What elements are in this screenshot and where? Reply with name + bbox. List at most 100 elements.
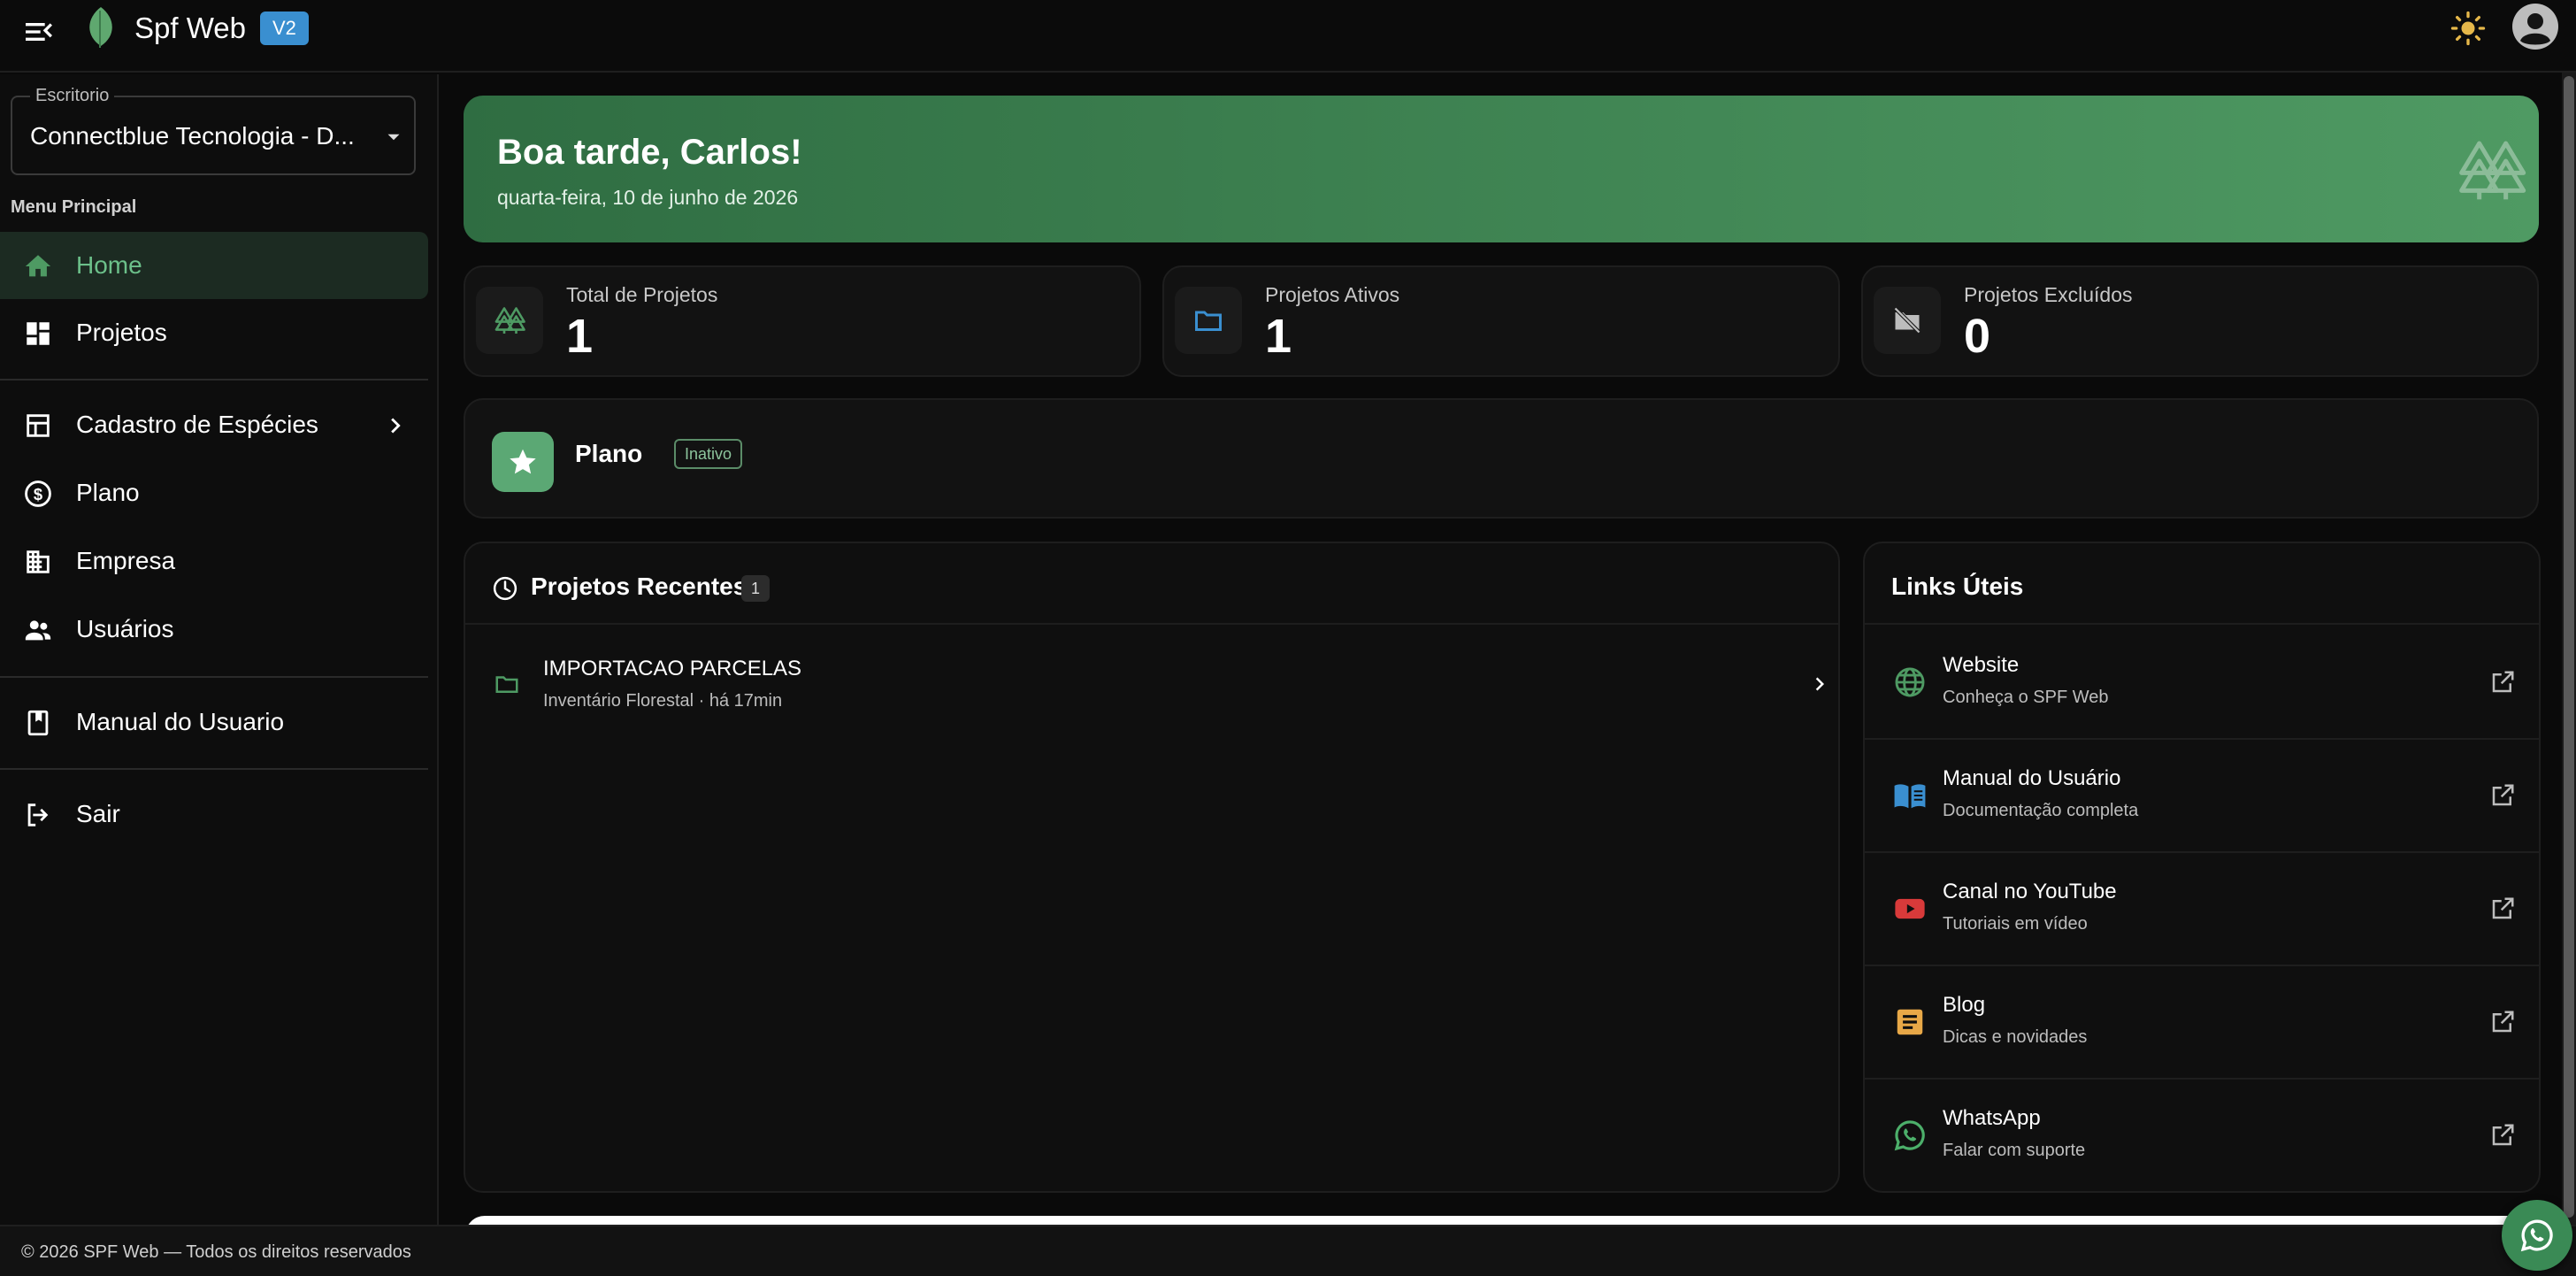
stat-value: 1 bbox=[566, 310, 594, 363]
building-icon bbox=[27, 550, 50, 573]
whatsapp-fab-button[interactable] bbox=[2502, 1200, 2572, 1271]
stat-label: Projetos Excluídos bbox=[1964, 283, 2133, 306]
plan-card[interactable]: Plano Inativo bbox=[464, 398, 2539, 519]
stat-card-excluidos: Projetos Excluídos 0 bbox=[1861, 265, 2539, 377]
folder-icon bbox=[495, 676, 518, 693]
sidebar-divider bbox=[0, 768, 428, 770]
users-icon bbox=[25, 620, 51, 641]
link-title: WhatsApp bbox=[1943, 1106, 2041, 1130]
main-content: Boa tarde, Carlos! quarta-feira, 10 de j… bbox=[441, 74, 2576, 1242]
office-select[interactable]: Escritorio Connectblue Tecnologia - D... bbox=[11, 85, 416, 175]
sidebar-item-label: Cadastro de Espécies bbox=[76, 411, 318, 438]
greeting-date: quarta-feira, 10 de junho de 2026 bbox=[497, 186, 799, 209]
sidebar-item-empresa[interactable]: Empresa bbox=[0, 527, 428, 595]
book-open-icon bbox=[1894, 784, 1926, 809]
link-subtitle: Documentação completa bbox=[1943, 801, 2139, 820]
link-whatsapp[interactable]: WhatsApp Falar com suporte bbox=[1865, 1080, 2539, 1191]
whatsapp-icon bbox=[1894, 1120, 1925, 1151]
sidebar-item-manual[interactable]: Manual do Usuario bbox=[0, 688, 428, 756]
link-website[interactable]: Website Conheça o SPF Web bbox=[1865, 626, 2539, 740]
useful-links-panel: Links Úteis Website Conheça o SPF Web Ma… bbox=[1863, 542, 2541, 1193]
svg-text:$: $ bbox=[34, 485, 42, 503]
trees-icon bbox=[2459, 141, 2526, 200]
external-link-icon bbox=[2492, 784, 2514, 806]
menu-toggle-icon[interactable] bbox=[21, 14, 57, 50]
external-link-icon bbox=[2492, 671, 2514, 693]
external-link-icon bbox=[2492, 897, 2514, 919]
leaf-logo-icon bbox=[83, 5, 119, 50]
external-link-icon bbox=[2492, 1011, 2514, 1033]
panel-title: Links Úteis bbox=[1891, 573, 2024, 600]
stat-label: Total de Projetos bbox=[566, 283, 718, 306]
youtube-icon bbox=[1895, 898, 1925, 919]
plan-title: Plano bbox=[575, 440, 643, 467]
top-bar: Spf Web V2 bbox=[0, 0, 2576, 73]
star-icon bbox=[510, 449, 536, 474]
caret-down-icon bbox=[387, 134, 400, 141]
link-blog[interactable]: Blog Dicas e novidades bbox=[1865, 966, 2539, 1080]
stat-card-total: Total de Projetos 1 bbox=[464, 265, 1141, 377]
list-item[interactable]: IMPORTACAO PARCELAS Inventário Florestal… bbox=[465, 626, 1838, 742]
globe-icon bbox=[1895, 667, 1925, 697]
sidebar-item-plano[interactable]: $ Plano bbox=[0, 459, 428, 527]
recent-project-subtitle: Inventário Florestal · há 17min bbox=[543, 691, 783, 711]
folder-off-icon bbox=[1893, 306, 1921, 334]
greeting-banner: Boa tarde, Carlos! quarta-feira, 10 de j… bbox=[464, 96, 2539, 242]
sidebar-item-sair[interactable]: Sair bbox=[0, 780, 428, 848]
external-link-icon bbox=[2492, 1124, 2514, 1146]
sidebar-item-label: Plano bbox=[76, 479, 140, 506]
dollar-circle-icon: $ bbox=[25, 480, 51, 507]
sidebar-item-cadastro-especies[interactable]: Cadastro de Espécies bbox=[0, 391, 428, 458]
panel-title: Projetos Recentes bbox=[531, 573, 748, 600]
dashboard-icon bbox=[27, 322, 50, 345]
sidebar-item-home[interactable]: Home bbox=[0, 232, 428, 299]
table-icon bbox=[27, 414, 50, 437]
book-icon bbox=[27, 710, 49, 736]
trees-icon bbox=[494, 307, 525, 334]
stat-value: 1 bbox=[1265, 310, 1292, 363]
stat-card-ativos: Projetos Ativos 1 bbox=[1162, 265, 1840, 377]
office-select-label: Escritorio bbox=[30, 85, 115, 106]
menu-section-title: Menu Principal bbox=[11, 197, 137, 217]
scrollbar-thumb[interactable] bbox=[2564, 76, 2574, 1218]
chevron-right-icon bbox=[1815, 677, 1824, 691]
stat-value: 0 bbox=[1964, 310, 1991, 363]
article-icon bbox=[1897, 1009, 1923, 1035]
sidebar-item-label: Empresa bbox=[76, 547, 176, 574]
folder-icon bbox=[1195, 311, 1222, 331]
link-subtitle: Falar com suporte bbox=[1943, 1141, 2086, 1160]
link-title: Manual do Usuário bbox=[1943, 766, 2121, 790]
sidebar-item-projetos[interactable]: Projetos bbox=[0, 299, 428, 366]
sidebar-divider bbox=[0, 379, 428, 380]
link-title: Blog bbox=[1943, 993, 1986, 1017]
whatsapp-icon bbox=[2520, 1219, 2553, 1252]
link-subtitle: Dicas e novidades bbox=[1943, 1027, 2088, 1047]
app-title: Spf Web bbox=[134, 12, 246, 44]
sidebar-item-usuarios[interactable]: Usuários bbox=[0, 596, 428, 663]
recent-projects-panel: Projetos Recentes 1 IMPORTACAO PARCELAS … bbox=[464, 542, 1840, 1193]
link-subtitle: Tutoriais em vídeo bbox=[1943, 914, 2088, 934]
chevron-right-icon bbox=[391, 418, 401, 434]
footer-copyright: © 2026 SPF Web — Todos os direitos reser… bbox=[21, 1242, 411, 1262]
link-title: Website bbox=[1943, 653, 2020, 677]
panel-header: Links Úteis bbox=[1865, 543, 2539, 625]
link-subtitle: Conheça o SPF Web bbox=[1943, 688, 2109, 707]
stat-label: Projetos Ativos bbox=[1265, 283, 1400, 306]
logout-icon bbox=[27, 803, 49, 826]
link-youtube[interactable]: Canal no YouTube Tutoriais em vídeo bbox=[1865, 853, 2539, 966]
clock-icon bbox=[493, 576, 518, 601]
recent-project-title: IMPORTACAO PARCELAS bbox=[543, 657, 802, 680]
version-badge: V2 bbox=[260, 12, 309, 45]
status-badge: Inativo bbox=[674, 439, 743, 469]
sidebar-item-label: Manual do Usuario bbox=[76, 708, 285, 735]
avatar[interactable] bbox=[2512, 4, 2558, 50]
sidebar-item-label: Sair bbox=[76, 800, 120, 827]
greeting-title: Boa tarde, Carlos! bbox=[497, 133, 802, 172]
sun-icon[interactable] bbox=[2450, 11, 2486, 46]
sidebar: Escritorio Connectblue Tecnologia - D...… bbox=[0, 74, 439, 1225]
count-badge: 1 bbox=[741, 575, 770, 602]
link-title: Canal no YouTube bbox=[1943, 880, 2117, 903]
link-manual[interactable]: Manual do Usuário Documentação completa bbox=[1865, 740, 2539, 853]
sidebar-divider bbox=[0, 676, 428, 678]
home-icon bbox=[25, 255, 51, 277]
